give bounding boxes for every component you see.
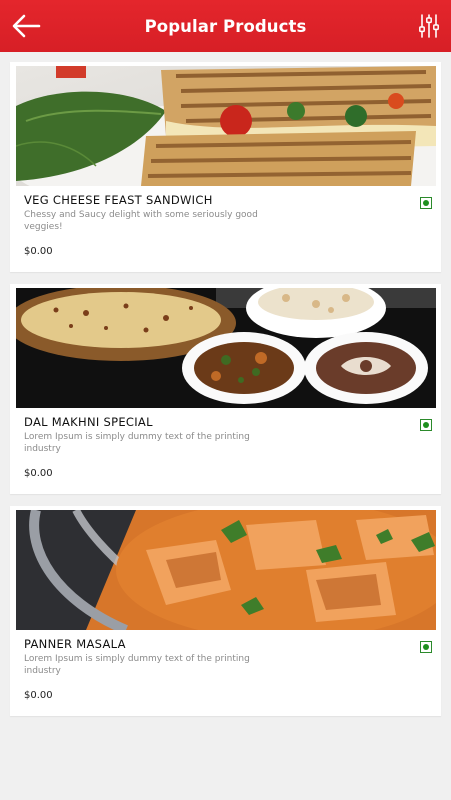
veg-icon (420, 641, 432, 653)
product-name: PANNER MASALA (24, 637, 126, 651)
product-description: Lorem Ipsum is simply dummy text of the … (24, 654, 250, 676)
product-description: Chessy and Saucy delight with some serio… (24, 210, 258, 232)
page-title: Popular Products (144, 16, 307, 36)
veg-icon (420, 197, 432, 209)
product-name: DAL MAKHNI SPECIAL (24, 415, 153, 429)
dal-makhni-photo[interactable] (16, 288, 436, 408)
veg-icon (420, 419, 432, 431)
product-price: $0.00 (24, 690, 53, 701)
sandwich-photo[interactable] (16, 66, 436, 186)
product-price: $0.00 (24, 246, 53, 257)
product-name: VEG CHEESE FEAST SANDWICH (24, 193, 213, 207)
product-card[interactable]: DAL MAKHNI SPECIAL Lorem Ipsum is simply… (10, 284, 441, 494)
paneer-masala-photo[interactable] (16, 510, 436, 630)
product-list: VEG CHEESE FEAST SANDWICH Chessy and Sau… (10, 62, 441, 728)
product-description: Lorem Ipsum is simply dummy text of the … (24, 432, 250, 454)
app-bar: Popular Products (0, 0, 451, 52)
product-card[interactable]: PANNER MASALA Lorem Ipsum is simply dumm… (10, 506, 441, 716)
arrow-left-icon[interactable] (11, 13, 41, 39)
sliders-icon[interactable] (419, 14, 439, 38)
product-price: $0.00 (24, 468, 53, 479)
product-card[interactable]: VEG CHEESE FEAST SANDWICH Chessy and Sau… (10, 62, 441, 272)
